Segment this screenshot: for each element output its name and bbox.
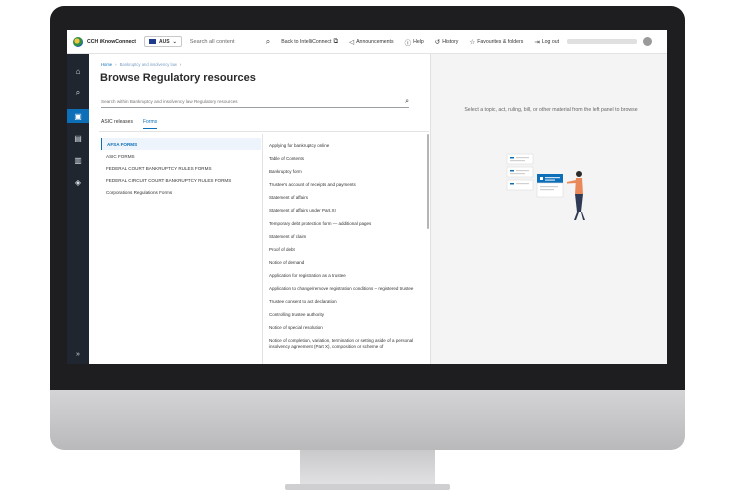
tab-forms[interactable]: Forms [142,119,158,129]
megaphone-icon: ◁ [349,38,355,46]
category-item[interactable]: Corporations Regulations Forms [101,186,261,198]
rail-news-icon[interactable]: ▤ [67,131,89,145]
logout-icon: ⇥ [534,38,540,46]
tab-asic-releases[interactable]: ASIC releases [101,119,133,129]
page-title: Browse Regulatory resources [100,72,256,84]
help-link[interactable]: ⓘ Help [405,37,424,47]
form-item[interactable]: Application to change/remove registratio… [263,286,423,292]
breadcrumb-home[interactable]: Home [101,62,112,67]
monitor-stand [300,450,435,486]
category-item[interactable]: AFSA FORMS [101,138,261,150]
category-item[interactable]: FEDERAL CIRCUIT COURT BANKRUPTCY RULES F… [101,174,261,186]
forms-scrollbar[interactable] [427,134,429,229]
monitor-stand-base [285,484,450,490]
search-icon[interactable]: ⌕ [266,37,270,47]
flag-icon [149,39,156,44]
avatar[interactable] [643,37,653,46]
help-icon: ⓘ [404,39,412,47]
history-link[interactable]: ↺ History [435,38,459,46]
preview-panel: Select a topic, act, ruling, bill, or ot… [430,54,667,364]
form-item[interactable]: Notice of completion, variation, termina… [263,338,423,350]
breadcrumb-separator: › [115,62,117,67]
breadcrumb-separator: › [179,62,182,67]
brand-name[interactable]: CCH iKnowConnect [87,39,136,45]
main-content: Home › Bankruptcy and insolvency law › Brow… [89,54,430,364]
form-item[interactable]: Notice of special resolution [263,325,423,331]
form-item[interactable]: Statement of affairs [263,195,423,201]
rail-expand-icon[interactable]: » [67,347,89,361]
form-item[interactable]: Statement of affairs under Part.XI [263,208,423,214]
rail-home-icon[interactable]: ⌂ [67,64,89,78]
rail-documents-icon[interactable]: ◈ [67,175,89,189]
form-item[interactable]: Applying for bankruptcy online [263,143,423,149]
breadcrumb: Home › Bankruptcy and insolvency law › [101,62,184,67]
form-item[interactable]: Controlling trustee authority [263,312,423,318]
brand-logo-icon[interactable] [73,36,83,47]
history-icon: ↺ [434,38,441,46]
logout-link[interactable]: ⇥ Log out [534,38,559,46]
back-to-intelliconnect-link[interactable]: Back to IntelliConnect ⧉ [281,38,338,46]
forms-list: Applying for bankruptcy online Table of … [262,134,430,364]
form-item[interactable]: Statement of claim [263,234,423,240]
search-icon[interactable]: ⌕ [405,98,409,106]
region-selector[interactable]: AUS ⌄ [144,36,182,47]
app-screen: CCH iKnowConnect AUS ⌄ Search all conten… [67,30,667,364]
category-list: AFSA FORMS ASIC FORMS FEDERAL COURT BANK… [101,138,261,198]
form-item[interactable]: Notice of demand [263,260,423,266]
form-item[interactable]: Trustee's account of receipts and paymen… [263,182,423,188]
region-label: AUS [159,38,170,45]
favourites-link[interactable]: ☆ Favourites & folders [469,38,523,46]
form-item[interactable]: Proof of debt [263,247,423,253]
star-icon: ☆ [469,38,476,46]
rail-briefcase-icon[interactable]: ▣ [67,109,89,123]
regulatory-search-box[interactable]: ⌕ [101,96,409,108]
user-name-redacted [567,39,638,44]
form-item[interactable]: Trustee consent to act declaration [263,299,423,305]
screen-bezel-bottom [67,364,667,384]
category-item[interactable]: ASIC FORMS [101,150,261,162]
browse-illustration-icon [506,153,585,220]
left-rail: ⌂ ⌕ ▣ ▤ ▥ ◈ » [67,54,89,364]
tabs-divider [99,131,429,132]
form-item[interactable]: Temporary debt protection form — additio… [263,221,423,227]
rail-search-icon[interactable]: ⌕ [67,86,89,100]
global-search-input[interactable]: Search all content [190,39,264,45]
form-item[interactable]: Bankruptcy form [263,169,423,175]
rail-book-icon[interactable]: ▥ [67,153,89,167]
empty-state-message: Select a topic, act, ruling, bill, or ot… [464,107,638,113]
form-item[interactable]: Application for registration as a truste… [263,273,423,279]
top-bar: CCH iKnowConnect AUS ⌄ Search all conten… [67,30,667,54]
breadcrumb-current[interactable]: Bankruptcy and insolvency law [120,62,177,67]
category-item[interactable]: FEDERAL COURT BANKRUPTCY RULES FORMS [101,162,261,174]
form-item[interactable]: Table of Contents [263,156,423,162]
monitor-chin [50,390,685,450]
regulatory-search-input[interactable] [101,99,381,104]
announcements-link[interactable]: ◁ Announcements [349,38,394,46]
chevron-down-icon: ⌄ [172,38,177,45]
resource-tabs: ASIC releases Forms [101,119,158,129]
stage: CCH iKnowConnect AUS ⌄ Search all conten… [0,0,735,490]
external-link-icon: ⧉ [333,37,339,45]
